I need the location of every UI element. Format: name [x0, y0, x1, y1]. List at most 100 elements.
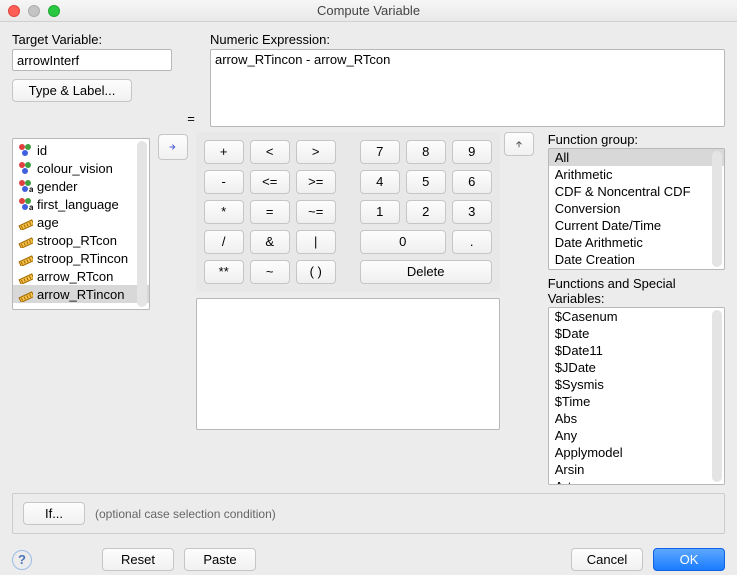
keypad-key[interactable]: >= [296, 170, 336, 194]
function-group-item[interactable]: Date Creation [549, 251, 724, 268]
function-group-label: Function group: [548, 132, 725, 147]
function-item[interactable]: Applymodel [549, 444, 724, 461]
svg-text:a: a [29, 203, 33, 212]
keypad-key[interactable]: 3 [452, 200, 492, 224]
keypad-key[interactable]: < [250, 140, 290, 164]
function-item[interactable]: Abs [549, 410, 724, 427]
variable-item[interactable]: stroop_RTincon [13, 249, 149, 267]
keypad-key[interactable]: 7 [360, 140, 400, 164]
target-label: Target Variable: [12, 32, 172, 47]
function-item[interactable]: Any [549, 427, 724, 444]
variable-name: arrow_RTincon [37, 287, 124, 302]
keypad-key[interactable]: . [452, 230, 492, 254]
move-to-expression-button[interactable] [158, 134, 188, 160]
keypad-key[interactable]: 1 [360, 200, 400, 224]
keypad-key[interactable]: 0 [360, 230, 446, 254]
keypad-key[interactable]: 8 [406, 140, 446, 164]
keypad-key[interactable]: 5 [406, 170, 446, 194]
numeric-expression-input[interactable]: arrow_RTincon - arrow_RTcon [210, 49, 725, 127]
arrow-up-icon [515, 137, 523, 151]
keypad-key[interactable]: - [204, 170, 244, 194]
variable-name: arrow_RTcon [37, 269, 113, 284]
keypad-key[interactable]: Delete [360, 260, 492, 284]
variable-item[interactable]: afirst_language [13, 195, 149, 213]
variable-name: id [37, 143, 47, 158]
keypad-key[interactable]: + [204, 140, 244, 164]
function-item[interactable]: Artan [549, 478, 724, 485]
help-icon[interactable]: ? [12, 550, 32, 570]
keypad-key[interactable]: = [250, 200, 290, 224]
variable-name: gender [37, 179, 77, 194]
paste-button[interactable]: Paste [184, 548, 256, 571]
function-group-item[interactable]: Date Arithmetic [549, 234, 724, 251]
function-group-item[interactable]: Arithmetic [549, 166, 724, 183]
function-description-box [196, 298, 500, 430]
if-description: (optional case selection condition) [95, 507, 276, 521]
window-title: Compute Variable [0, 3, 737, 18]
variable-item[interactable]: id [13, 141, 149, 159]
dialog-buttons: ? Reset Paste Cancel OK [0, 540, 737, 575]
variable-item[interactable]: arrow_RTincon [13, 285, 149, 303]
variable-name: stroop_RTcon [37, 233, 117, 248]
ok-button[interactable]: OK [653, 548, 725, 571]
keypad-key[interactable]: > [296, 140, 336, 164]
keypad-key[interactable]: & [250, 230, 290, 254]
variable-name: age [37, 215, 59, 230]
scale-icon [17, 232, 33, 248]
function-item[interactable]: $Time [549, 393, 724, 410]
keypad-key[interactable]: 9 [452, 140, 492, 164]
insert-function-button[interactable] [504, 132, 534, 156]
function-group-item[interactable]: CDF & Noncentral CDF [549, 183, 724, 200]
functions-label: Functions and Special Variables: [548, 276, 725, 306]
variable-item[interactable]: arrow_RTcon [13, 267, 149, 285]
string-icon: a [17, 178, 33, 194]
keypad-key[interactable]: / [204, 230, 244, 254]
function-group-item[interactable]: All [549, 149, 724, 166]
if-section: If... (optional case selection condition… [12, 493, 725, 534]
keypad-key[interactable]: <= [250, 170, 290, 194]
cancel-button[interactable]: Cancel [571, 548, 643, 571]
nominal-icon [17, 142, 33, 158]
variable-list[interactable]: idcolour_visionagenderafirst_languageage… [12, 138, 150, 310]
function-item[interactable]: Arsin [549, 461, 724, 478]
function-item[interactable]: $JDate [549, 359, 724, 376]
scale-icon [17, 250, 33, 266]
string-icon: a [17, 196, 33, 212]
target-variable-input[interactable] [12, 49, 172, 71]
function-group-item[interactable]: Current Date/Time [549, 217, 724, 234]
expression-label: Numeric Expression: [210, 32, 725, 47]
keypad-key[interactable]: 4 [360, 170, 400, 194]
svg-text:a: a [29, 185, 33, 194]
variable-item[interactable]: stroop_RTcon [13, 231, 149, 249]
function-group-list[interactable]: AllArithmeticCDF & Noncentral CDFConvers… [548, 148, 725, 270]
keypad-key[interactable]: * [204, 200, 244, 224]
if-button[interactable]: If... [23, 502, 85, 525]
arrow-right-icon [169, 139, 177, 155]
keypad-key[interactable]: 2 [406, 200, 446, 224]
functions-list[interactable]: $Casenum$Date$Date11$JDate$Sysmis$TimeAb… [548, 307, 725, 485]
keypad-key[interactable]: 6 [452, 170, 492, 194]
variable-name: stroop_RTincon [37, 251, 128, 266]
type-and-label-button[interactable]: Type & Label... [12, 79, 132, 102]
keypad-key[interactable]: | [296, 230, 336, 254]
function-item[interactable]: $Sysmis [549, 376, 724, 393]
equals-label: = [180, 111, 202, 130]
keypad-key[interactable]: ~= [296, 200, 336, 224]
reset-button[interactable]: Reset [102, 548, 174, 571]
function-item[interactable]: $Date11 [549, 342, 724, 359]
variable-item[interactable]: colour_vision [13, 159, 149, 177]
function-item[interactable]: $Date [549, 325, 724, 342]
function-group-item[interactable]: Conversion [549, 200, 724, 217]
keypad: +<>789 -<=>= 456 *=~= 123 /&| 0. **~( ) Delete [196, 132, 500, 292]
keypad-key[interactable]: ** [204, 260, 244, 284]
variable-item[interactable]: age [13, 213, 149, 231]
titlebar: Compute Variable [0, 0, 737, 22]
scale-icon [17, 268, 33, 284]
function-item[interactable]: $Casenum [549, 308, 724, 325]
variable-item[interactable]: agender [13, 177, 149, 195]
variable-name: colour_vision [37, 161, 113, 176]
keypad-key[interactable]: ~ [250, 260, 290, 284]
scale-icon [17, 286, 33, 302]
keypad-key[interactable]: ( ) [296, 260, 336, 284]
scale-icon [17, 214, 33, 230]
